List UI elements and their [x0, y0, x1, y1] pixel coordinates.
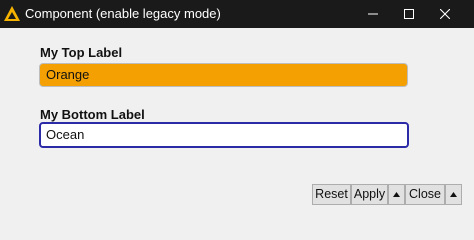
title-bar[interactable]: Component (enable legacy mode) — [0, 0, 474, 28]
close-menu-button[interactable] — [445, 184, 462, 205]
close-button[interactable]: Close — [405, 184, 445, 205]
maximize-icon — [404, 9, 414, 19]
component-logo-icon — [4, 6, 20, 21]
reset-button[interactable]: Reset — [312, 184, 351, 205]
maximize-button[interactable] — [391, 0, 427, 28]
bottom-field-label: My Bottom Label — [40, 107, 145, 122]
top-color-field[interactable]: Orange — [39, 63, 408, 87]
minimize-icon — [368, 13, 378, 15]
caret-up-icon — [450, 192, 457, 197]
close-window-button[interactable] — [427, 0, 463, 28]
apply-menu-button[interactable] — [388, 184, 405, 205]
bottom-color-field[interactable]: Ocean — [39, 122, 409, 148]
caret-up-icon — [393, 192, 400, 197]
top-field-label: My Top Label — [40, 45, 123, 60]
apply-button[interactable]: Apply — [351, 184, 388, 205]
close-icon — [440, 9, 450, 19]
minimize-button[interactable] — [355, 0, 391, 28]
window-title: Component (enable legacy mode) — [25, 6, 221, 21]
